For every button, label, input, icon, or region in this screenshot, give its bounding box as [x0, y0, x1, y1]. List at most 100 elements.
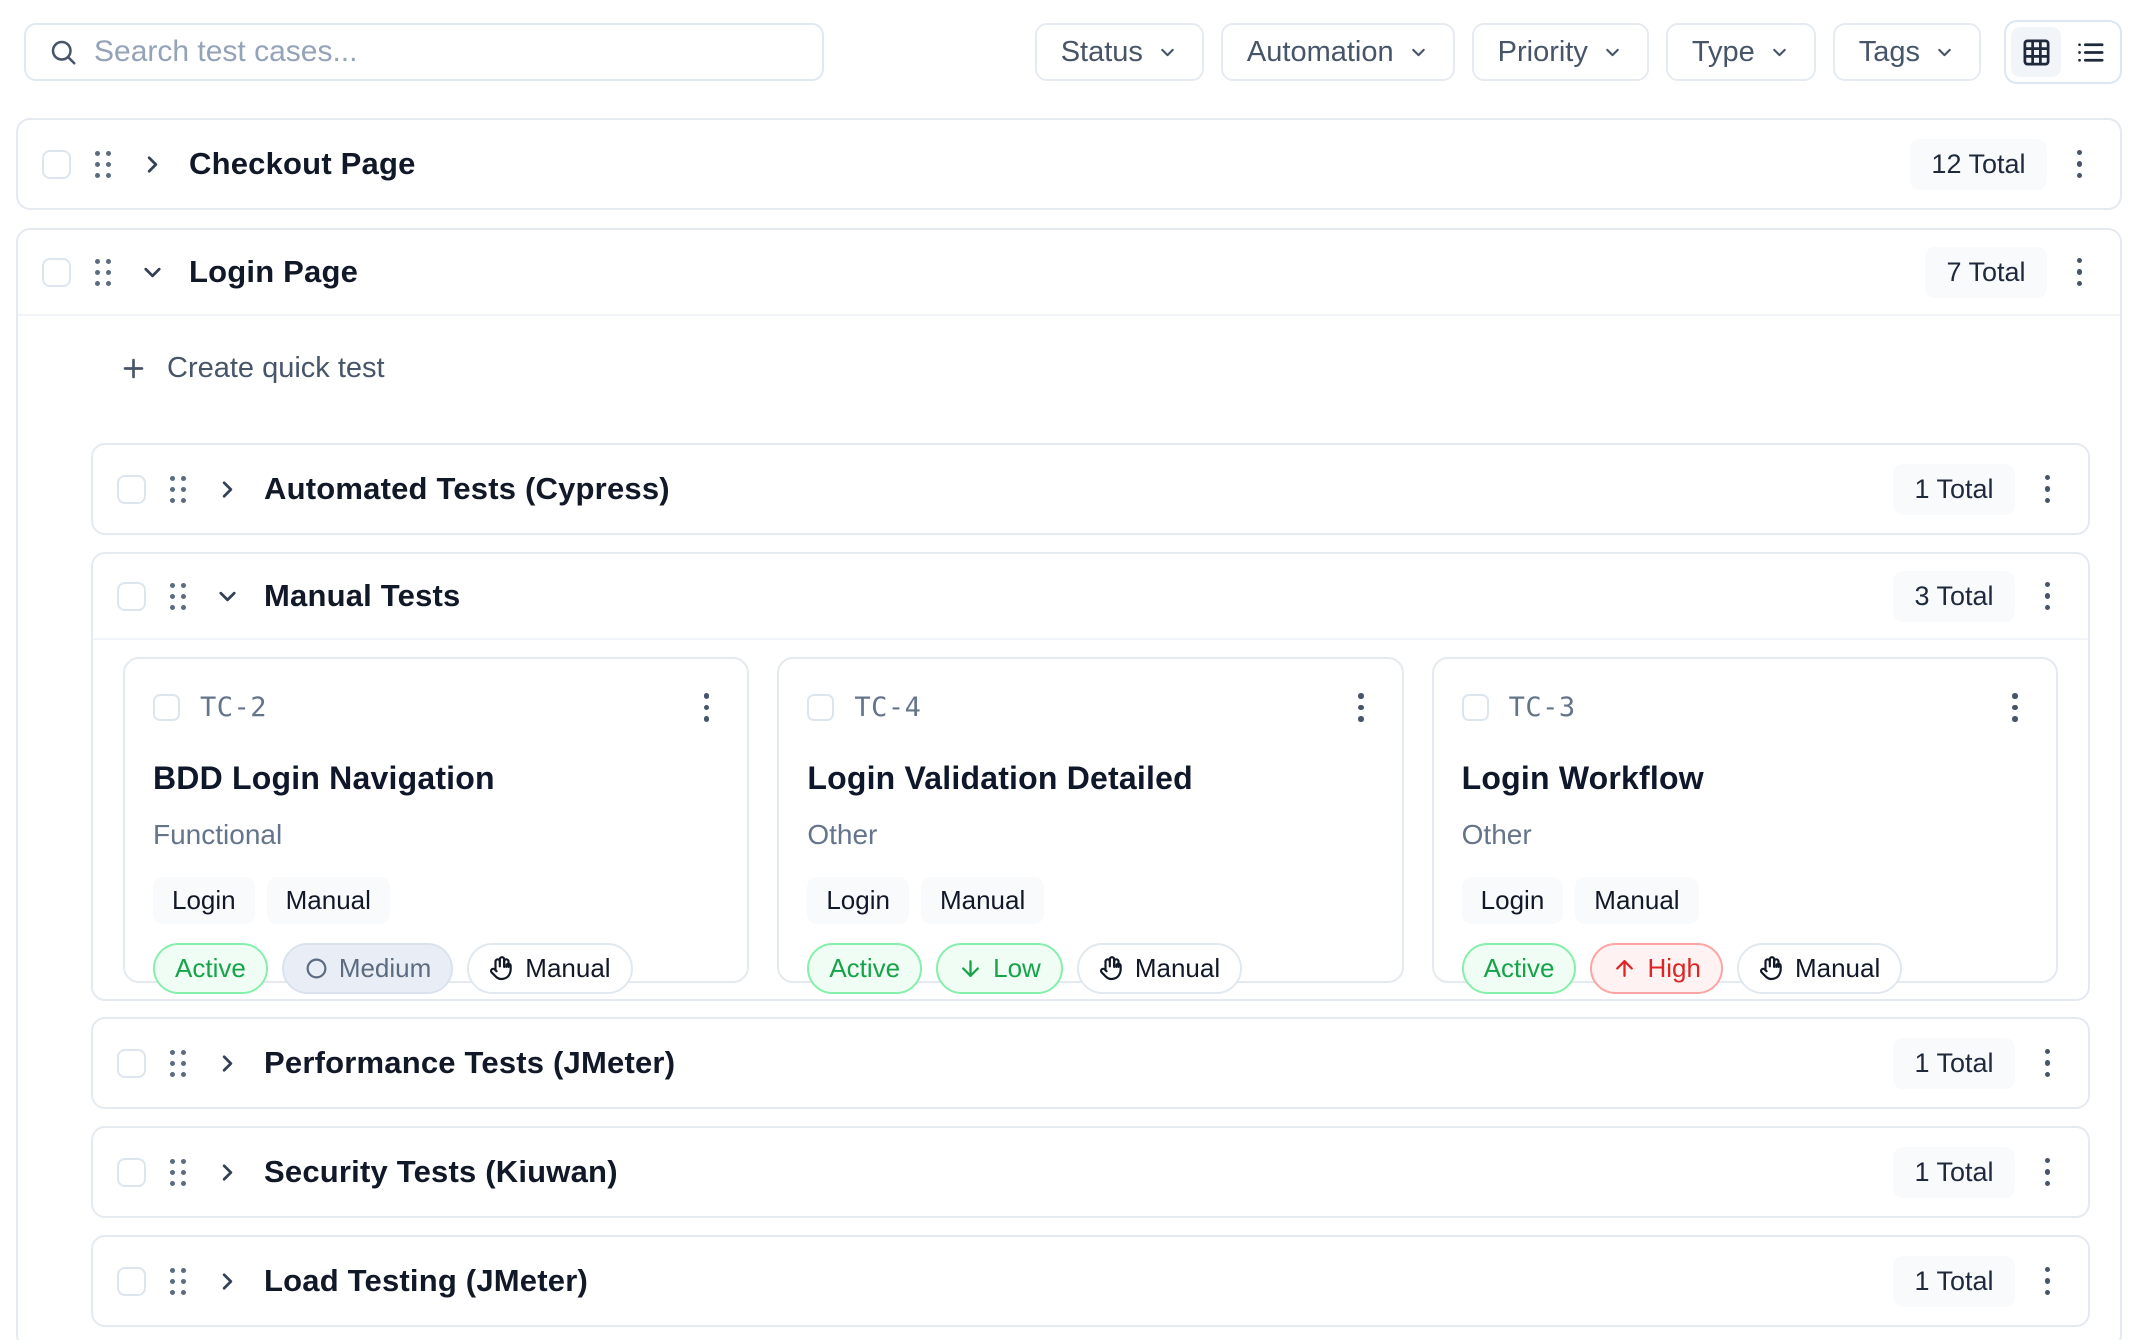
collapse-chevron-down-icon[interactable] [210, 579, 244, 613]
subsection-checkbox[interactable] [117, 582, 146, 611]
test-case-title: BDD Login Navigation [153, 760, 719, 797]
more-options-icon[interactable] [2035, 574, 2061, 619]
card-checkbox[interactable] [153, 694, 180, 721]
filter-status-button[interactable]: Status [1035, 23, 1204, 81]
toolbar: Status Automation Priority Type Tags [0, 0, 2144, 84]
priority-badge: High [1590, 943, 1722, 994]
filter-tags-label: Tags [1859, 36, 1920, 69]
chevron-down-icon [1157, 42, 1178, 63]
card-checkbox[interactable] [1462, 694, 1489, 721]
grid-view-button[interactable] [2011, 27, 2061, 77]
search-input[interactable] [94, 35, 800, 69]
create-quick-test-button[interactable]: Create quick test [119, 352, 385, 385]
more-options-icon[interactable] [694, 685, 720, 730]
expand-chevron-right-icon[interactable] [210, 1264, 244, 1298]
expand-chevron-right-icon[interactable] [210, 1046, 244, 1080]
create-quick-test-label: Create quick test [167, 352, 385, 385]
subsection-manual-header[interactable]: Manual Tests 3 Total [93, 554, 2088, 640]
drag-handle-icon[interactable] [91, 255, 115, 290]
hand-icon [1759, 955, 1785, 981]
expand-chevron-right-icon[interactable] [210, 472, 244, 506]
section-title: Checkout Page [189, 146, 416, 182]
filter-type-button[interactable]: Type [1666, 23, 1816, 81]
section-login-checkbox[interactable] [42, 258, 71, 287]
more-options-icon[interactable] [2035, 1150, 2061, 1195]
tag-badge: Login [153, 877, 255, 924]
automation-badge: Manual [1077, 943, 1242, 994]
collapse-chevron-down-icon[interactable] [135, 255, 169, 289]
section-login-content: Create quick test Automated Tests (Cypre… [18, 316, 2120, 1340]
more-options-icon[interactable] [1348, 685, 1374, 730]
test-case-manager-page: Status Automation Priority Type Tags [0, 0, 2144, 1340]
test-case-card-tc-3[interactable]: TC-3 Login Workflow Other Login Manual [1432, 657, 2058, 983]
more-options-icon[interactable] [2067, 250, 2093, 295]
hand-icon [489, 955, 515, 981]
expand-chevron-right-icon[interactable] [210, 1155, 244, 1189]
drag-handle-icon[interactable] [166, 579, 190, 614]
total-count-badge: 12 Total [1910, 139, 2046, 190]
total-count-badge: 7 Total [1925, 247, 2046, 298]
more-options-icon[interactable] [2035, 1259, 2061, 1304]
drag-handle-icon[interactable] [166, 1046, 190, 1081]
filter-status-label: Status [1061, 36, 1143, 69]
more-options-icon[interactable] [2035, 467, 2061, 512]
tag-badge: Manual [1575, 877, 1698, 924]
subsection-performance-tests[interactable]: Performance Tests (JMeter) 1 Total [91, 1017, 2090, 1109]
test-case-id: TC-4 [854, 692, 921, 723]
circle-icon [304, 956, 329, 981]
test-case-cards-grid: TC-2 BDD Login Navigation Functional Log… [93, 640, 2088, 999]
chevron-down-icon [1934, 42, 1955, 63]
filter-automation-label: Automation [1247, 36, 1394, 69]
subsection-title: Load Testing (JMeter) [264, 1263, 588, 1299]
subsection-title: Performance Tests (JMeter) [264, 1045, 675, 1081]
total-count-badge: 1 Total [1893, 1038, 2014, 1089]
test-case-card-tc-4[interactable]: TC-4 Login Validation Detailed Other Log… [777, 657, 1403, 983]
subsection-automated-tests[interactable]: Automated Tests (Cypress) 1 Total [91, 443, 2090, 535]
total-count-badge: 1 Total [1893, 1147, 2014, 1198]
test-case-title: Login Validation Detailed [807, 760, 1373, 797]
more-options-icon[interactable] [2002, 685, 2028, 730]
status-badge: Active [807, 943, 922, 994]
subsection-checkbox[interactable] [117, 475, 146, 504]
section-checkout-page[interactable]: Checkout Page 12 Total [16, 118, 2122, 210]
section-checkout-checkbox[interactable] [42, 150, 71, 179]
drag-handle-icon[interactable] [91, 147, 115, 182]
drag-handle-icon[interactable] [166, 472, 190, 507]
test-case-card-tc-2[interactable]: TC-2 BDD Login Navigation Functional Log… [123, 657, 749, 983]
section-login-header[interactable]: Login Page 7 Total [18, 230, 2120, 316]
filter-priority-label: Priority [1498, 36, 1588, 69]
section-title: Login Page [189, 254, 358, 290]
search-box[interactable] [24, 23, 824, 81]
subsection-checkbox[interactable] [117, 1267, 146, 1296]
grid-view-icon [2021, 37, 2052, 68]
more-options-icon[interactable] [2035, 1041, 2061, 1086]
list-view-button[interactable] [2065, 27, 2115, 77]
priority-badge: Low [936, 943, 1063, 994]
subsection-security-tests[interactable]: Security Tests (Kiuwan) 1 Total [91, 1126, 2090, 1218]
card-checkbox[interactable] [807, 694, 834, 721]
subsection-load-testing[interactable]: Load Testing (JMeter) 1 Total [91, 1235, 2090, 1327]
chevron-down-icon [1602, 42, 1623, 63]
hand-icon [1099, 955, 1125, 981]
expand-chevron-right-icon[interactable] [135, 147, 169, 181]
status-badge: Active [153, 943, 268, 994]
total-count-badge: 3 Total [1893, 571, 2014, 622]
search-icon [48, 37, 78, 67]
tag-badge: Manual [267, 877, 390, 924]
subsection-title: Security Tests (Kiuwan) [264, 1154, 618, 1190]
more-options-icon[interactable] [2067, 142, 2093, 187]
subsection-title: Manual Tests [264, 578, 460, 614]
tag-badge: Manual [921, 877, 1044, 924]
drag-handle-icon[interactable] [166, 1264, 190, 1299]
list-view-icon [2075, 37, 2106, 68]
filter-priority-button[interactable]: Priority [1472, 23, 1649, 81]
subsection-checkbox[interactable] [117, 1049, 146, 1078]
filter-tags-button[interactable]: Tags [1833, 23, 1981, 81]
filter-automation-button[interactable]: Automation [1221, 23, 1455, 81]
arrow-up-icon [1612, 956, 1637, 981]
test-case-title: Login Workflow [1462, 760, 2028, 797]
drag-handle-icon[interactable] [166, 1155, 190, 1190]
chevron-down-icon [1769, 42, 1790, 63]
subsection-checkbox[interactable] [117, 1158, 146, 1187]
chevron-down-icon [1408, 42, 1429, 63]
